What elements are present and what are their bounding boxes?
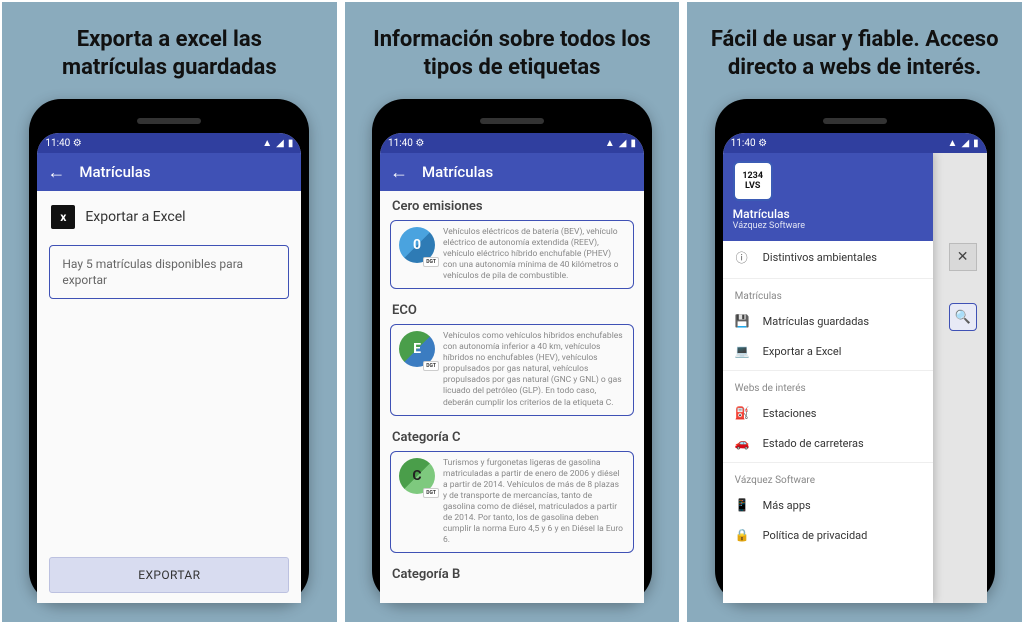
promo-panel-1: Exporta a excel las matrículas guardadas… <box>2 2 337 622</box>
category-description: Vehículos como vehículos híbridos enchuf… <box>443 331 625 408</box>
drawer-item-guardadas[interactable]: 💾 Matrículas guardadas <box>723 306 933 336</box>
fuel-icon: ⛽ <box>735 406 749 420</box>
drawer-item-label: Estaciones <box>763 407 817 420</box>
category-title: ECO <box>380 295 644 322</box>
badge-c-icon: CDGT <box>399 458 435 494</box>
phone-frame: 11:40 ⚙ ▲ ◢ ▮ ← Matrículas x Exportar a … <box>29 99 309 603</box>
app-bar-title: Matrículas <box>79 163 150 181</box>
drawer-section-label: Matrículas <box>723 283 933 306</box>
info-icon: ⓘ <box>735 249 749 266</box>
status-bar: 11:40 ⚙ ▲ ◢ ▮ <box>380 133 644 153</box>
app-bar: ← Matrículas <box>37 153 301 191</box>
search-icon[interactable]: 🔍 <box>949 303 977 331</box>
headline: Fácil de usar y fiable. Acceso directo a… <box>687 2 1022 95</box>
drawer-item-label: Distintivos ambientales <box>763 251 877 264</box>
drawer-item-exportar[interactable]: 💻 Exportar a Excel <box>723 336 933 366</box>
headline: Exporta a excel las matrículas guardadas <box>2 2 337 95</box>
category-title: Categoría B <box>380 559 644 586</box>
drawer-section-label: Vázquez Software <box>723 467 933 490</box>
app-bar: ← Matrículas <box>380 153 644 191</box>
badge-eco-icon: EDGT <box>399 331 435 367</box>
category-card[interactable]: CDGT Turismos y furgonetas ligeras de ga… <box>390 451 634 553</box>
drawer-vendor: Vázquez Software <box>733 221 923 231</box>
headline: Información sobre todos los tipos de eti… <box>345 2 680 95</box>
signal-icon: ◢ <box>619 138 627 149</box>
drawer-app-name: Matrículas <box>733 207 923 221</box>
close-icon[interactable]: ✕ <box>949 243 977 271</box>
category-description: Turismos y furgonetas ligeras de gasolin… <box>443 458 625 546</box>
category-description: Vehículos eléctricos de batería (BEV), v… <box>443 227 625 282</box>
promo-panel-2: Información sobre todos los tipos de eti… <box>345 2 680 622</box>
gear-icon: ⚙ <box>758 138 767 149</box>
drawer-item-distintivos[interactable]: ⓘ Distintivos ambientales <box>723 241 933 274</box>
info-box: Hay 5 matrículas disponibles para export… <box>49 245 289 299</box>
drawer-item-mas-apps[interactable]: 📱 Más apps <box>723 490 933 520</box>
gear-icon: ⚙ <box>73 138 82 149</box>
battery-icon: ▮ <box>288 138 294 149</box>
drawer-item-label: Matrículas guardadas <box>763 315 869 328</box>
badge-zero-icon: 0DGT <box>399 227 435 263</box>
back-icon[interactable]: ← <box>390 162 408 183</box>
category-title: Cero emisiones <box>380 191 644 218</box>
export-row[interactable]: x Exportar a Excel <box>37 191 301 239</box>
save-icon: 💾 <box>735 314 749 328</box>
drawer-item-label: Política de privacidad <box>763 529 868 542</box>
status-bar: 11:40 ⚙ ▲ ◢ ▮ <box>37 133 301 153</box>
laptop-icon: 💻 <box>735 344 749 358</box>
excel-icon: x <box>51 205 75 229</box>
drawer-item-label: Exportar a Excel <box>763 345 842 358</box>
drawer-item-privacidad[interactable]: 🔒 Política de privacidad <box>723 520 933 550</box>
signal-icon: ◢ <box>961 138 969 149</box>
export-row-label: Exportar a Excel <box>85 209 185 225</box>
drawer-item-carreteras[interactable]: 🚗 Estado de carreteras <box>723 428 933 458</box>
battery-icon: ▮ <box>630 138 636 149</box>
wifi-icon: ▲ <box>605 138 615 149</box>
battery-icon: ▮ <box>973 138 979 149</box>
drawer-section-label: Webs de interés <box>723 375 933 398</box>
drawer-item-label: Más apps <box>763 499 811 512</box>
navigation-drawer: 1234 LVS Matrículas Vázquez Software ⓘ D… <box>723 153 933 603</box>
signal-icon: ◢ <box>276 138 284 149</box>
drawer-item-estaciones[interactable]: ⛽ Estaciones <box>723 398 933 428</box>
category-card[interactable]: 0DGT Vehículos eléctricos de batería (BE… <box>390 220 634 289</box>
export-button[interactable]: EXPORTAR <box>49 557 289 593</box>
status-bar: 11:40 ⚙ ▲ ◢ ▮ <box>723 133 987 153</box>
app-logo: 1234 LVS <box>733 161 773 201</box>
phone-frame: 11:40 ⚙ ▲ ◢ ▮ ✕ 🔍 1234 LVS <box>715 99 995 603</box>
promo-panel-3: Fácil de usar y fiable. Acceso directo a… <box>687 2 1022 622</box>
phone-icon: 📱 <box>735 498 749 512</box>
category-title: Categoría C <box>380 422 644 449</box>
drawer-header: 1234 LVS Matrículas Vázquez Software <box>723 153 933 241</box>
back-icon[interactable]: ← <box>47 162 65 183</box>
car-icon: 🚗 <box>735 436 749 450</box>
phone-frame: 11:40 ⚙ ▲ ◢ ▮ ← Matrículas Cero emisione… <box>372 99 652 603</box>
wifi-icon: ▲ <box>262 138 272 149</box>
lock-icon: 🔒 <box>735 528 749 542</box>
gear-icon: ⚙ <box>415 138 424 149</box>
drawer-item-label: Estado de carreteras <box>763 437 864 450</box>
wifi-icon: ▲ <box>948 138 958 149</box>
category-card[interactable]: EDGT Vehículos como vehículos híbridos e… <box>390 324 634 415</box>
app-bar-title: Matrículas <box>422 163 493 181</box>
